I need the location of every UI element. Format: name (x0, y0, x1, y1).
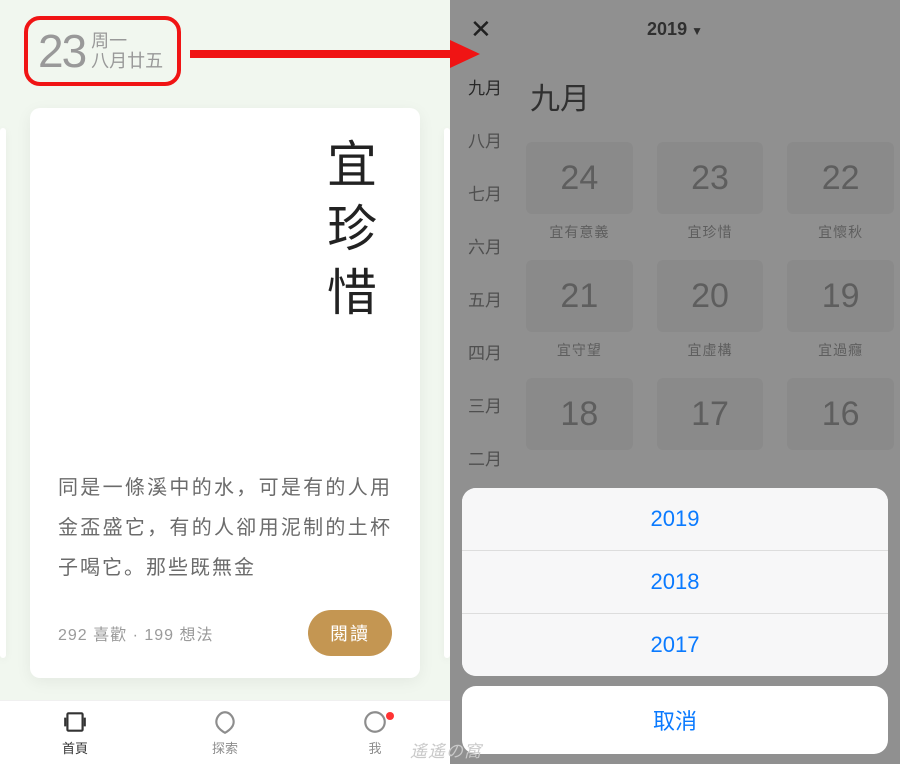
year-option[interactable]: 2017 (462, 613, 888, 676)
tab-bar: 首頁 探索 我 (0, 700, 450, 764)
notification-dot (386, 712, 394, 720)
tab-explore[interactable]: 探索 (212, 709, 238, 757)
year-option[interactable]: 2018 (462, 550, 888, 613)
daily-card[interactable]: 宜珍惜 同是一條溪中的水，可是有的人用金盃盛它，有的人卻用泥制的土杯子喝它。那些… (30, 108, 420, 678)
home-icon (62, 709, 88, 735)
annotation-arrow (190, 40, 480, 68)
card-title: 宜珍惜 (312, 138, 384, 330)
calendar-screen: ✕ 2019▼ 九月 八月 七月 六月 五月 四月 三月 二月 一月 九月 24… (450, 0, 900, 764)
card-stats: 292 喜歡 · 199 想法 (58, 621, 214, 645)
read-button[interactable]: 閱讀 (308, 610, 392, 656)
home-screen: 23 周一 八月廿五 宜珍惜 同是一條溪中的水，可是有的人用金盃盛它，有的人卻用… (0, 0, 450, 764)
tab-home[interactable]: 首頁 (62, 709, 88, 757)
tab-profile[interactable]: 我 (362, 709, 388, 757)
card-excerpt: 同是一條溪中的水，可是有的人用金盃盛它，有的人卻用泥制的土杯子喝它。那些既無金 (58, 468, 392, 588)
weekday-label: 周一 (91, 31, 163, 51)
explore-icon (212, 709, 238, 735)
year-action-sheet: 2019 2018 2017 取消 (462, 488, 888, 754)
date-header[interactable]: 23 周一 八月廿五 (24, 16, 181, 86)
date-day: 23 (38, 24, 85, 78)
cancel-button[interactable]: 取消 (462, 686, 888, 754)
lunar-date-label: 八月廿五 (91, 51, 163, 71)
year-option[interactable]: 2019 (462, 488, 888, 550)
prev-card-edge[interactable] (0, 128, 6, 658)
profile-icon (362, 709, 388, 735)
